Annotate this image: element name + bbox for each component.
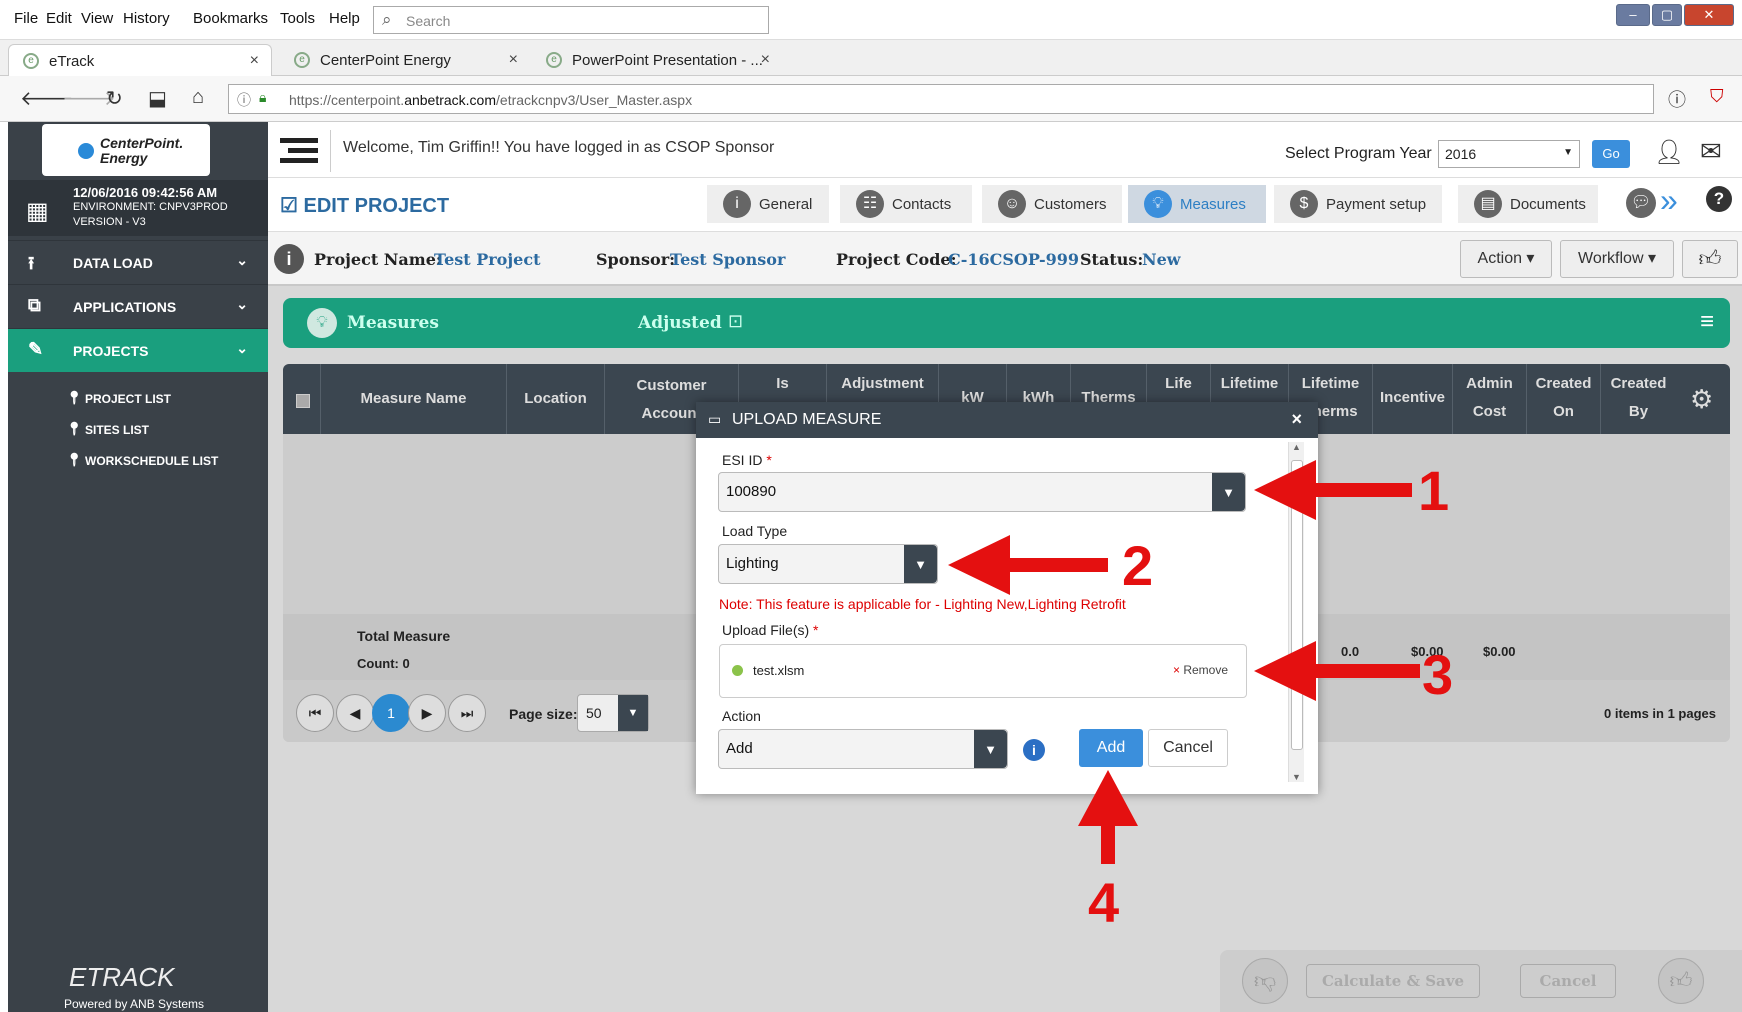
annotation-4: 4 [1088,871,1120,934]
annotation-arrows [948,460,1420,864]
annotation-1: 1 [1418,459,1450,522]
annotation-2: 2 [1122,534,1154,597]
annotation-3: 3 [1422,643,1454,706]
